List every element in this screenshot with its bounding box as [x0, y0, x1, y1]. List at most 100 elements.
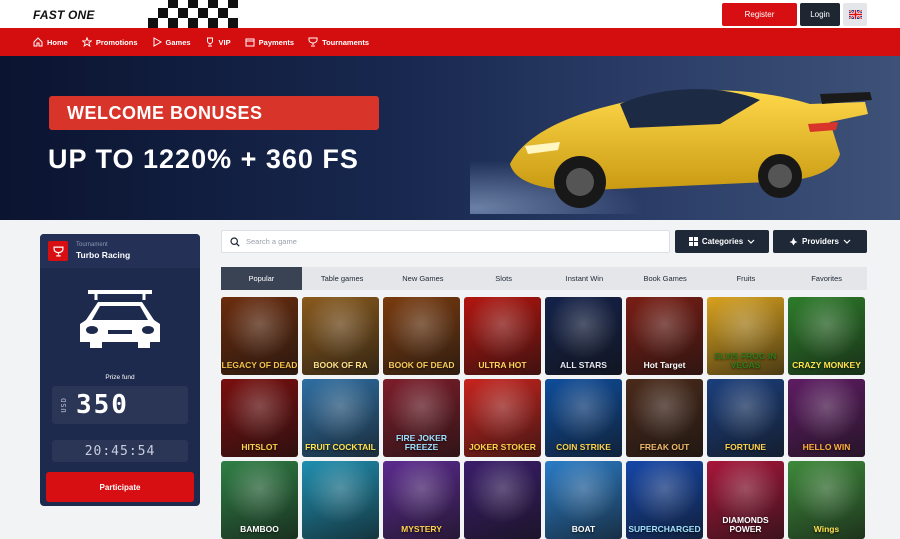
tournament-card: Tournament Turbo Racing Prize fund USD 3… — [40, 234, 200, 506]
nav-promotions-label: Promotions — [96, 38, 138, 47]
sports-car-image — [470, 64, 890, 214]
site-logo[interactable]: FAST ONE — [33, 8, 95, 22]
search-input[interactable] — [246, 237, 646, 246]
game-tile[interactable]: LEGACY OF DEAD — [221, 297, 298, 375]
game-tile[interactable]: COIN STRIKE — [545, 379, 622, 457]
prize-currency: USD — [60, 397, 68, 413]
game-tile[interactable]: JOKER STOKER — [464, 379, 541, 457]
game-title: CRAZY MONKEY — [788, 361, 865, 376]
login-button[interactable]: Login — [800, 3, 840, 26]
tab-favorites[interactable]: Favorites — [786, 267, 867, 290]
participate-button[interactable]: Participate — [46, 472, 194, 502]
game-tile[interactable]: SUPERCHARGED — [626, 461, 703, 539]
tab-new-games[interactable]: New Games — [383, 267, 464, 290]
game-tile[interactable]: BAMBOO — [221, 461, 298, 539]
prize-fund-box: USD 350 — [52, 386, 188, 424]
game-title: Wings — [788, 525, 865, 539]
game-title: HELLO WIN — [788, 443, 865, 458]
nav-games-label: Games — [166, 38, 191, 47]
grid-icon — [689, 237, 698, 246]
game-title: BAMBOO — [221, 525, 298, 539]
game-tile[interactable] — [464, 461, 541, 539]
nav-tournaments[interactable]: Tournaments — [308, 37, 369, 47]
tournament-title: Turbo Racing — [76, 250, 130, 260]
game-title: FIRE JOKER FREEZE — [383, 434, 460, 457]
wallet-icon — [245, 37, 255, 47]
categories-dropdown[interactable]: Categories — [675, 230, 769, 253]
game-title: ALL STARS — [545, 361, 622, 376]
game-tile[interactable]: FRUIT COCKTAIL — [302, 379, 379, 457]
game-tile[interactable]: BOOK OF RA — [302, 297, 379, 375]
providers-dropdown[interactable]: Providers — [773, 230, 867, 253]
game-tile[interactable]: BOOK OF DEAD — [383, 297, 460, 375]
chevron-down-icon — [747, 239, 755, 245]
tab-popular[interactable]: Popular — [221, 267, 302, 290]
game-title — [302, 533, 379, 539]
prize-value: 350 — [76, 390, 129, 420]
game-tile[interactable]: Hot Target — [626, 297, 703, 375]
hero-headline: UP TO 1220% + 360 FS — [48, 144, 359, 175]
tab-book-games[interactable]: Book Games — [625, 267, 706, 290]
game-title: BOOK OF RA — [302, 361, 379, 376]
game-tile[interactable]: MYSTERY — [383, 461, 460, 539]
trophy-icon — [205, 37, 215, 47]
game-title — [464, 533, 541, 539]
game-tile[interactable] — [302, 461, 379, 539]
nav-payments[interactable]: Payments — [245, 37, 294, 47]
tournament-subtitle: Tournament — [76, 242, 130, 248]
game-title: HITSLOT — [221, 443, 298, 458]
game-title: BOAT — [545, 525, 622, 539]
register-button[interactable]: Register — [722, 3, 797, 26]
language-button[interactable] — [843, 3, 867, 26]
game-tile[interactable]: CRAZY MONKEY — [788, 297, 865, 375]
nav-games[interactable]: Games — [152, 37, 191, 47]
nav-promotions[interactable]: Promotions — [82, 37, 138, 47]
chevron-down-icon — [843, 239, 851, 245]
search-box[interactable] — [221, 230, 670, 253]
game-title: FRUIT COCKTAIL — [302, 443, 379, 458]
game-tile[interactable]: FORTUNE — [707, 379, 784, 457]
game-tile[interactable]: ALL STARS — [545, 297, 622, 375]
category-tabs: Popular Table games New Games Slots Inst… — [221, 267, 867, 290]
logo-accent: ONE — [64, 8, 94, 22]
game-tile[interactable]: ULTRA HOT — [464, 297, 541, 375]
game-title: Hot Target — [626, 361, 703, 376]
game-title: ULTRA HOT — [464, 361, 541, 376]
star-icon — [82, 37, 92, 47]
home-icon — [33, 37, 43, 47]
tab-fruits[interactable]: Fruits — [706, 267, 787, 290]
tab-table-games[interactable]: Table games — [302, 267, 383, 290]
top-bar: FAST ONE Register Login — [0, 0, 900, 28]
game-title: BOOK OF DEAD — [383, 361, 460, 376]
providers-icon — [789, 237, 798, 246]
game-tile[interactable]: FREAK OUT — [626, 379, 703, 457]
play-icon — [152, 37, 162, 47]
game-tile[interactable]: BOAT — [545, 461, 622, 539]
tab-instant-win[interactable]: Instant Win — [544, 267, 625, 290]
nav-payments-label: Payments — [259, 38, 294, 47]
tournament-header: Tournament Turbo Racing — [40, 234, 200, 268]
nav-vip[interactable]: VIP — [205, 37, 231, 47]
tab-slots[interactable]: Slots — [463, 267, 544, 290]
game-tile[interactable]: ELVIS FROG IN VEGAS — [707, 297, 784, 375]
game-tile[interactable]: HELLO WIN — [788, 379, 865, 457]
game-title: ELVIS FROG IN VEGAS — [707, 352, 784, 375]
game-title: COIN STRIKE — [545, 443, 622, 458]
game-title: FORTUNE — [707, 443, 784, 458]
game-tile[interactable]: Wings — [788, 461, 865, 539]
game-title: MYSTERY — [383, 525, 460, 539]
game-grid: LEGACY OF DEAD BOOK OF RA BOOK OF DEAD ULTR… — [221, 297, 867, 539]
logo-main: FAST — [33, 8, 64, 22]
main-nav: Home Promotions Games VIP Payments Tourn… — [0, 28, 900, 56]
game-tile[interactable]: DIAMONDS POWER — [707, 461, 784, 539]
cup-icon — [308, 37, 318, 47]
nav-tournaments-label: Tournaments — [322, 38, 369, 47]
game-tile[interactable]: HITSLOT — [221, 379, 298, 457]
uk-flag-icon — [849, 10, 862, 19]
search-icon — [230, 237, 240, 247]
game-tile[interactable]: FIRE JOKER FREEZE — [383, 379, 460, 457]
hero-banner[interactable]: WELCOME BONUSES UP TO 1220% + 360 FS — [0, 56, 900, 220]
nav-home[interactable]: Home — [33, 37, 68, 47]
prize-fund-label: Prize fund — [40, 374, 200, 381]
providers-label: Providers — [802, 237, 839, 246]
